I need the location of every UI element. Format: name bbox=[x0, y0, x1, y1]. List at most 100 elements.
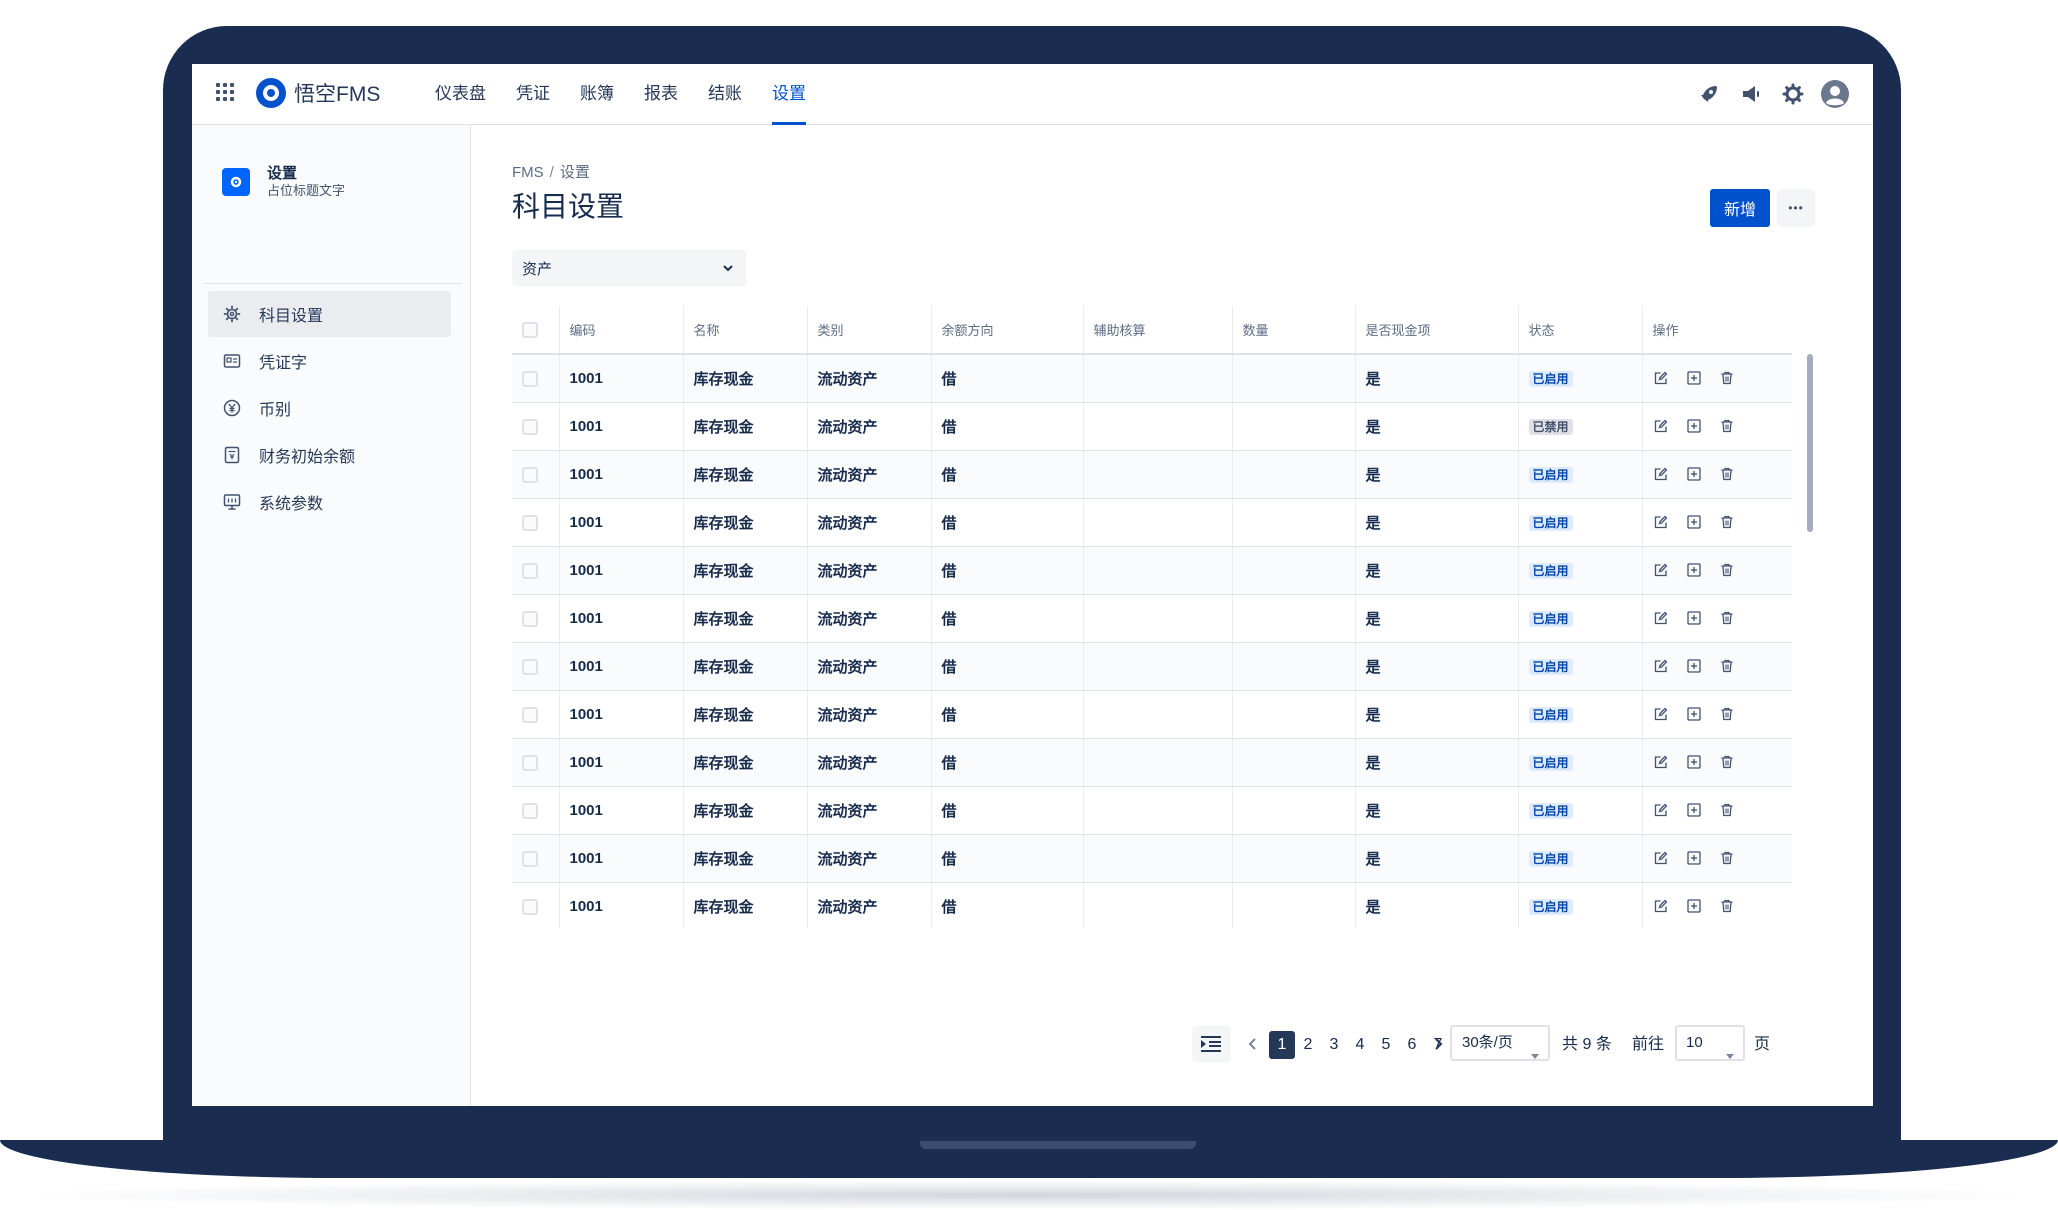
sidebar-item[interactable]: 科目设置 bbox=[208, 291, 451, 337]
row-checkbox[interactable] bbox=[522, 850, 538, 867]
delete-icon[interactable] bbox=[1719, 610, 1735, 626]
table-row[interactable]: 1001 库存现金 流动资产借 是已启用 bbox=[512, 642, 1792, 691]
column-header[interactable]: 余额方向 bbox=[930, 306, 1083, 355]
edit-icon[interactable] bbox=[1653, 706, 1669, 722]
column-header[interactable]: 名称 bbox=[682, 306, 807, 355]
add-child-icon[interactable] bbox=[1686, 754, 1702, 770]
previous-page-button[interactable] bbox=[1243, 1030, 1263, 1058]
row-checkbox[interactable] bbox=[522, 466, 538, 483]
edit-icon[interactable] bbox=[1653, 466, 1669, 482]
add-child-icon[interactable] bbox=[1686, 706, 1702, 722]
breadcrumb-item-settings[interactable]: 设置 bbox=[560, 164, 590, 181]
table-row[interactable]: 1001 库存现金 流动资产借 是已启用 bbox=[512, 594, 1792, 643]
megaphone-icon[interactable] bbox=[1735, 78, 1767, 110]
delete-icon[interactable] bbox=[1719, 418, 1735, 434]
table-row[interactable]: 1001 库存现金 流动资产借 是已禁用 bbox=[512, 402, 1792, 451]
row-checkbox[interactable] bbox=[522, 754, 538, 771]
select-all-checkbox[interactable] bbox=[522, 321, 538, 338]
category-filter-select[interactable]: 资产 bbox=[512, 250, 746, 286]
row-checkbox[interactable] bbox=[522, 898, 538, 915]
page-layout-toggle[interactable] bbox=[1192, 1026, 1230, 1062]
delete-icon[interactable] bbox=[1719, 850, 1735, 866]
row-checkbox[interactable] bbox=[522, 706, 538, 723]
nav-item[interactable]: 结账 bbox=[693, 64, 757, 124]
row-checkbox[interactable] bbox=[522, 802, 538, 819]
user-avatar-icon[interactable] bbox=[1819, 78, 1851, 110]
page-number-button[interactable]: 4 bbox=[1347, 1031, 1373, 1059]
delete-icon[interactable] bbox=[1719, 562, 1735, 578]
delete-icon[interactable] bbox=[1719, 466, 1735, 482]
add-button[interactable]: 新增 bbox=[1710, 189, 1770, 227]
sidebar-item[interactable]: 凭证字 bbox=[208, 338, 451, 384]
add-child-icon[interactable] bbox=[1686, 850, 1702, 866]
add-child-icon[interactable] bbox=[1686, 898, 1702, 914]
edit-icon[interactable] bbox=[1653, 658, 1669, 674]
page-number-button[interactable]: 2 bbox=[1295, 1031, 1321, 1059]
row-checkbox[interactable] bbox=[522, 418, 538, 435]
edit-icon[interactable] bbox=[1653, 418, 1669, 434]
add-child-icon[interactable] bbox=[1686, 466, 1702, 482]
row-checkbox[interactable] bbox=[522, 370, 538, 387]
page-number-button[interactable]: 3 bbox=[1321, 1031, 1347, 1059]
edit-icon[interactable] bbox=[1653, 754, 1669, 770]
add-child-icon[interactable] bbox=[1686, 562, 1702, 578]
nav-item[interactable]: 账簿 bbox=[565, 64, 629, 124]
delete-icon[interactable] bbox=[1719, 658, 1735, 674]
column-header[interactable]: 辅助核算 bbox=[1082, 306, 1232, 355]
column-header[interactable]: 是否现金项 bbox=[1354, 306, 1518, 355]
sidebar-item[interactable]: 财务初始余额 bbox=[208, 432, 451, 478]
add-child-icon[interactable] bbox=[1686, 370, 1702, 386]
column-header[interactable]: 类别 bbox=[806, 306, 931, 355]
table-row[interactable]: 1001 库存现金 流动资产借 是已启用 bbox=[512, 738, 1792, 787]
delete-icon[interactable] bbox=[1719, 370, 1735, 386]
next-page-button[interactable] bbox=[1428, 1030, 1448, 1058]
gear-icon[interactable] bbox=[1777, 78, 1809, 110]
breadcrumb-item-fms[interactable]: FMS bbox=[512, 164, 544, 181]
column-header[interactable]: 数量 bbox=[1231, 306, 1355, 355]
table-row[interactable]: 1001 库存现金 流动资产借 是已启用 bbox=[512, 834, 1792, 883]
table-row[interactable]: 1001 库存现金 流动资产借 是已启用 bbox=[512, 690, 1792, 739]
nav-item[interactable]: 凭证 bbox=[501, 64, 565, 124]
edit-icon[interactable] bbox=[1653, 370, 1669, 386]
edit-icon[interactable] bbox=[1653, 514, 1669, 530]
page-size-select[interactable]: 30条/页 bbox=[1450, 1025, 1550, 1061]
sidebar-item[interactable]: 币别 bbox=[208, 385, 451, 431]
row-checkbox[interactable] bbox=[522, 514, 538, 531]
add-child-icon[interactable] bbox=[1686, 802, 1702, 818]
table-row[interactable]: 1001 库存现金 流动资产借 是已启用 bbox=[512, 546, 1792, 595]
edit-icon[interactable] bbox=[1653, 802, 1669, 818]
add-child-icon[interactable] bbox=[1686, 658, 1702, 674]
add-child-icon[interactable] bbox=[1686, 610, 1702, 626]
edit-icon[interactable] bbox=[1653, 850, 1669, 866]
goto-page-select[interactable]: 10 bbox=[1675, 1025, 1745, 1061]
page-number-button[interactable]: 5 bbox=[1373, 1031, 1399, 1059]
app-switcher-icon[interactable] bbox=[216, 83, 236, 103]
table-row[interactable]: 1001 库存现金 流动资产借 是已启用 bbox=[512, 450, 1792, 499]
table-row[interactable]: 1001 库存现金 流动资产借 是已启用 bbox=[512, 498, 1792, 547]
delete-icon[interactable] bbox=[1719, 514, 1735, 530]
edit-icon[interactable] bbox=[1653, 610, 1669, 626]
page-number-button[interactable]: 1 bbox=[1269, 1031, 1295, 1059]
more-actions-button[interactable]: ••• bbox=[1777, 189, 1815, 227]
row-checkbox[interactable] bbox=[522, 610, 538, 627]
edit-icon[interactable] bbox=[1653, 898, 1669, 914]
table-row[interactable]: 1001 库存现金 流动资产借 是已启用 bbox=[512, 354, 1792, 403]
edit-icon[interactable] bbox=[1653, 562, 1669, 578]
column-header[interactable]: 状态 bbox=[1517, 306, 1642, 355]
sidebar-item[interactable]: 系统参数 bbox=[208, 479, 451, 525]
nav-item[interactable]: 仪表盘 bbox=[420, 64, 501, 124]
page-number-button[interactable]: 6 bbox=[1399, 1031, 1425, 1059]
row-checkbox[interactable] bbox=[522, 562, 538, 579]
nav-item[interactable]: 报表 bbox=[629, 64, 693, 124]
delete-icon[interactable] bbox=[1719, 754, 1735, 770]
rocket-icon[interactable] bbox=[1693, 78, 1725, 110]
add-child-icon[interactable] bbox=[1686, 418, 1702, 434]
table-row[interactable]: 1001 库存现金 流动资产借 是已启用 bbox=[512, 786, 1792, 835]
column-header[interactable]: 编码 bbox=[558, 306, 683, 355]
row-checkbox[interactable] bbox=[522, 658, 538, 675]
delete-icon[interactable] bbox=[1719, 802, 1735, 818]
delete-icon[interactable] bbox=[1719, 898, 1735, 914]
add-child-icon[interactable] bbox=[1686, 514, 1702, 530]
nav-item[interactable]: 设置 bbox=[757, 64, 821, 125]
table-row[interactable]: 1001 库存现金 流动资产借 是已启用 bbox=[512, 882, 1792, 928]
